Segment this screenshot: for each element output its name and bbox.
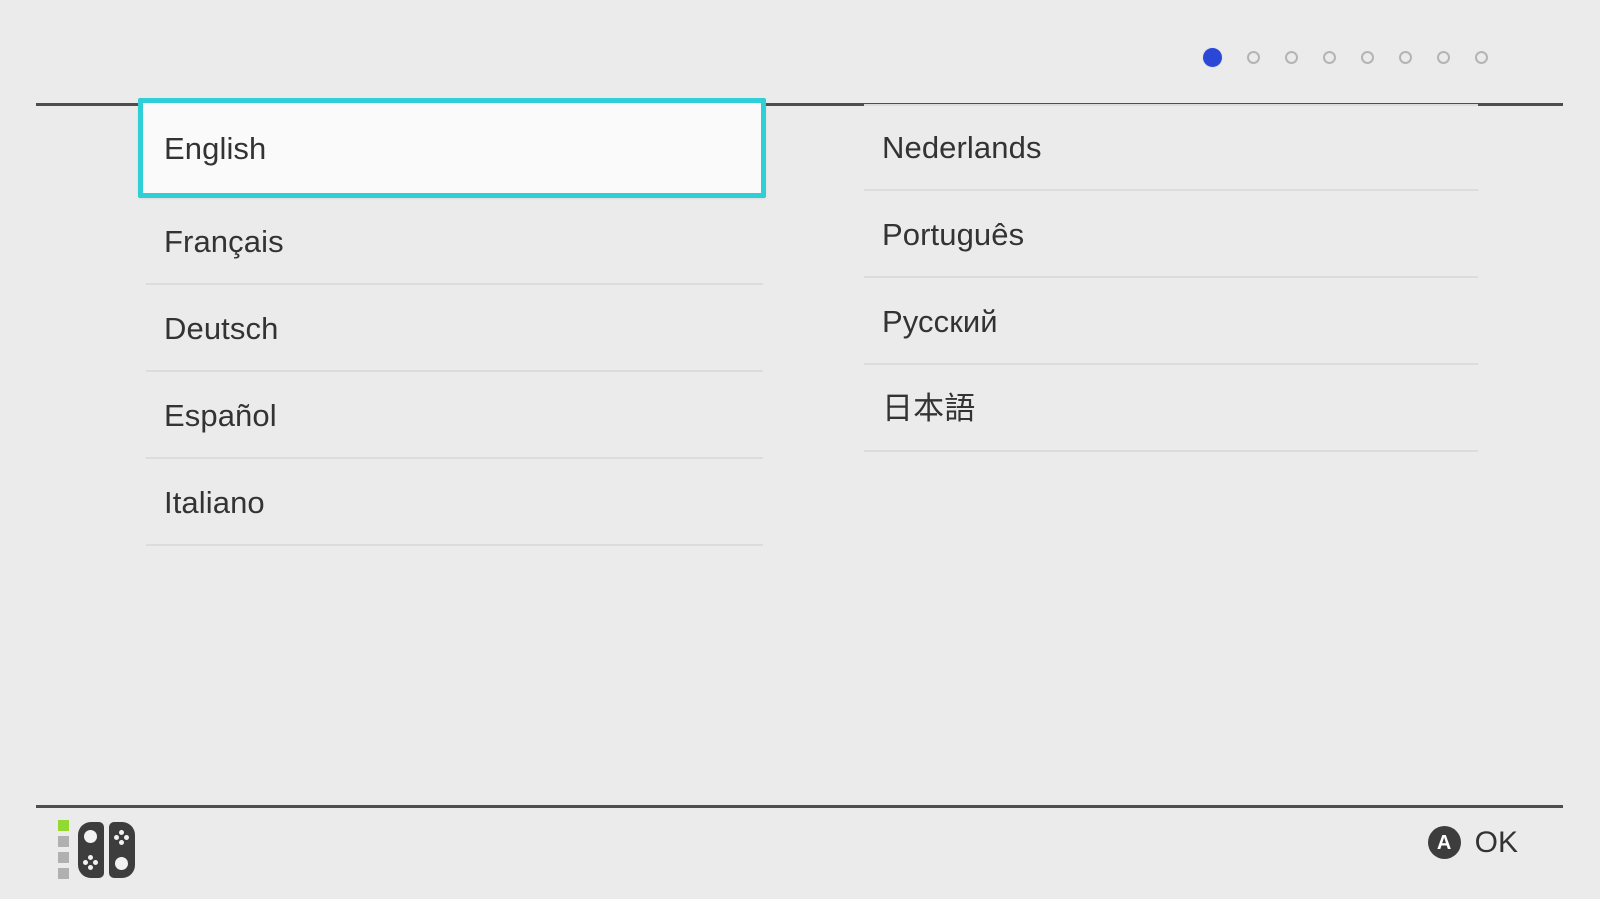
language-option-deutsch[interactable]: Deutsch: [138, 285, 763, 372]
joycon-shapes: [78, 821, 135, 878]
row-separator: [864, 450, 1478, 452]
pagination-dot-7: [1437, 51, 1450, 64]
footer: A OK: [0, 808, 1600, 899]
a-button-icon: A: [1427, 826, 1461, 859]
pagination-dots: [1203, 48, 1488, 67]
player-led-2: [58, 836, 69, 847]
language-option-label: Español: [164, 398, 277, 433]
language-option-francais[interactable]: Français: [138, 198, 763, 285]
language-option-italiano[interactable]: Italiano: [138, 459, 763, 546]
ok-label: OK: [1474, 825, 1518, 859]
player-led-4: [58, 868, 69, 879]
language-option-portugues[interactable]: Português: [862, 191, 1480, 278]
pagination-dot-4: [1323, 51, 1336, 64]
row-separator: [146, 544, 763, 546]
analog-stick-icon: [115, 856, 128, 870]
player-led-3: [58, 852, 69, 863]
ok-action-hint[interactable]: A OK: [1427, 825, 1518, 859]
language-option-espanol[interactable]: Español: [138, 372, 763, 459]
language-option-russian[interactable]: Русский: [862, 278, 1480, 365]
language-option-english[interactable]: English: [138, 98, 766, 198]
language-option-nederlands[interactable]: Nederlands: [862, 104, 1480, 191]
pagination-dot-2: [1247, 51, 1260, 64]
pagination-dot-8: [1475, 51, 1488, 64]
joycon-left-icon: [78, 821, 104, 878]
language-option-label: Français: [164, 224, 284, 259]
language-option-label: Nederlands: [882, 130, 1042, 165]
language-option-japanese[interactable]: 日本語: [862, 365, 1480, 452]
analog-stick-icon: [84, 829, 97, 843]
language-columns: English Français Deutsch Español Italian…: [0, 98, 1600, 546]
row-separator-top: [864, 104, 1478, 106]
language-option-label: English: [164, 130, 267, 166]
language-option-label: 日本語: [882, 391, 976, 426]
pagination-dot-3: [1285, 51, 1298, 64]
header: [0, 0, 1600, 104]
joycon-right-icon: [109, 821, 135, 878]
language-option-label: Deutsch: [164, 311, 279, 346]
player-led-1: [58, 820, 69, 831]
language-list-area: English Français Deutsch Español Italian…: [0, 98, 1600, 806]
face-buttons-icon: [114, 829, 129, 845]
language-column-right: Nederlands Português Русский 日本語: [862, 104, 1542, 546]
pagination-dot-5: [1361, 51, 1374, 64]
pagination-dot-6: [1399, 51, 1412, 64]
player-led-indicator: [58, 820, 69, 879]
pagination-dot-1: [1203, 48, 1222, 67]
language-option-label: Italiano: [164, 485, 265, 520]
dpad-icon: [83, 854, 98, 870]
language-option-label: Português: [882, 217, 1025, 252]
joycon-pair-icon: [58, 820, 135, 879]
language-column-left: English Français Deutsch Español Italian…: [138, 98, 818, 546]
language-option-label: Русский: [882, 304, 998, 339]
